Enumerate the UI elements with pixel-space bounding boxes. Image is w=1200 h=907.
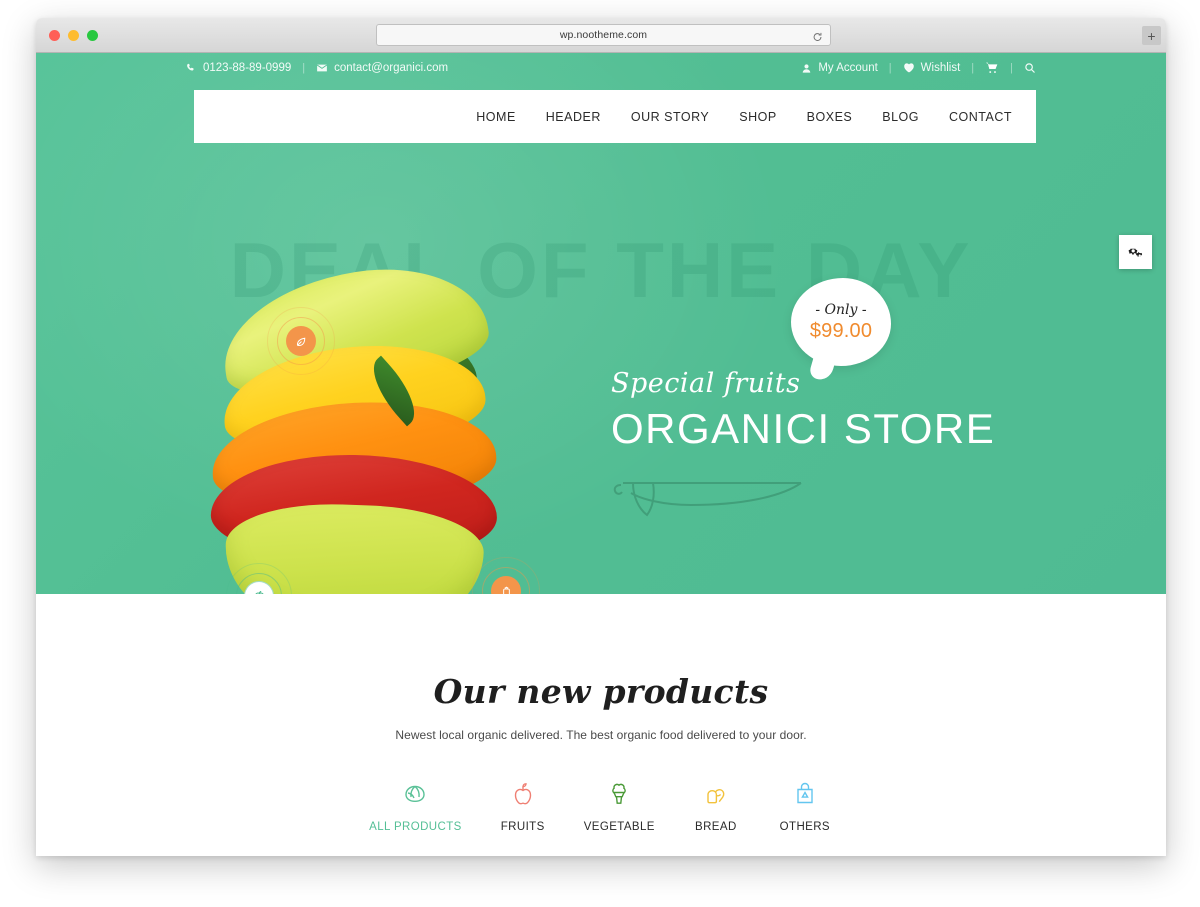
envelope-icon (316, 62, 328, 74)
main-navbar: HOME HEADER OUR STORY SHOP BOXES BLOG CO… (194, 90, 1036, 143)
hero-title: ORGANICI STORE (611, 405, 996, 452)
topbar-separator-2: | (888, 62, 892, 74)
my-account-link[interactable]: My Account (801, 62, 878, 74)
bag-icon (792, 778, 818, 810)
nav-item-our-story[interactable]: OUR STORY (631, 110, 709, 124)
my-account-label: My Account (818, 62, 878, 74)
hero-fruit-illustration (191, 221, 540, 594)
category-label: BREAD (695, 821, 737, 833)
hotspot-leaf[interactable] (267, 307, 335, 375)
nav-item-home[interactable]: HOME (476, 110, 516, 124)
price-bubble: - Only - $99.00 (791, 278, 891, 366)
reload-icon[interactable] (812, 30, 823, 41)
user-icon (801, 63, 812, 74)
products-section: Our new products Newest local organic de… (36, 594, 1166, 833)
apple-icon (510, 778, 536, 810)
category-label: VEGETABLE (583, 821, 655, 833)
fruit-stack (209, 249, 499, 594)
search-icon[interactable] (1024, 62, 1036, 74)
nav-item-boxes[interactable]: BOXES (807, 110, 853, 124)
shopping-cart-icon[interactable] (985, 61, 999, 75)
price-bubble-amount: $99.00 (809, 319, 873, 342)
topbar-separator-4: | (1010, 62, 1013, 74)
close-window-button[interactable] (49, 30, 60, 41)
topbar-contact-group: 0123-88-89-0999 | contact@organici.com (186, 62, 448, 74)
phone-contact[interactable]: 0123-88-89-0999 (186, 62, 291, 74)
phone-icon (186, 63, 197, 74)
hero-section: 0123-88-89-0999 | contact@organici.com M… (36, 53, 1166, 594)
price-bubble-only-label: - Only - (815, 301, 867, 318)
site-logo[interactable] (194, 90, 476, 143)
category-fruits[interactable]: FRUITS (495, 778, 551, 833)
phone-number: 0123-88-89-0999 (203, 62, 292, 74)
topbar-account-group: My Account | Wishlist | | (801, 61, 1036, 75)
address-bar[interactable]: wp.nootheme.com (376, 24, 831, 46)
products-subtitle: Newest local organic delivered. The best… (395, 728, 807, 742)
minimize-window-button[interactable] (68, 30, 79, 41)
category-label: OTHERS (779, 821, 830, 833)
browser-window: wp.nootheme.com + 0123-88-89-0999 | cont… (36, 18, 1166, 856)
main-navigation: HOME HEADER OUR STORY SHOP BOXES BLOG CO… (476, 110, 1012, 124)
lettuce-icon (402, 778, 428, 810)
category-vegetable[interactable]: VEGETABLE (584, 778, 655, 833)
page-content: 0123-88-89-0999 | contact@organici.com M… (36, 53, 1166, 856)
category-label: FRUITS (500, 821, 545, 833)
leaf-ornament-icon (611, 469, 811, 521)
email-address: contact@organici.com (334, 62, 449, 74)
category-bread[interactable]: BREAD (688, 778, 744, 833)
hotspot-drink[interactable] (472, 557, 540, 594)
heart-icon (903, 62, 915, 74)
nav-item-contact[interactable]: CONTACT (949, 110, 1012, 124)
hotspot-apple[interactable] (226, 563, 292, 594)
hero-copy: Special fruits ORGANICI STORE (611, 368, 1031, 521)
topbar-separator-3: | (971, 62, 975, 74)
maximize-window-button[interactable] (87, 30, 98, 41)
theme-settings-button[interactable] (1119, 235, 1152, 269)
new-tab-button[interactable]: + (1142, 26, 1161, 45)
nav-item-header[interactable]: HEADER (546, 110, 601, 124)
url-text: wp.nootheme.com (559, 29, 648, 41)
wishlist-link[interactable]: Wishlist (903, 62, 961, 74)
broccoli-icon (606, 778, 632, 810)
products-title: Our new products (433, 672, 769, 711)
email-contact[interactable]: contact@organici.com (316, 62, 448, 74)
bread-icon (703, 778, 729, 810)
category-others[interactable]: OTHERS (777, 778, 833, 833)
nav-item-shop[interactable]: SHOP (739, 110, 776, 124)
category-label: ALL PRODUCTS (369, 821, 462, 833)
nav-item-blog[interactable]: BLOG (882, 110, 919, 124)
top-utility-bar: 0123-88-89-0999 | contact@organici.com M… (36, 53, 1166, 83)
browser-chrome: wp.nootheme.com + (36, 18, 1166, 53)
traffic-lights (49, 30, 98, 41)
category-all-products[interactable]: ALL PRODUCTS (369, 778, 462, 833)
gears-icon (1128, 248, 1143, 257)
topbar-separator: | (302, 62, 306, 74)
wishlist-label: Wishlist (920, 62, 961, 74)
product-category-filter: ALL PRODUCTS FRUITS VEGETABLE BREAD OTHE… (36, 778, 1166, 833)
